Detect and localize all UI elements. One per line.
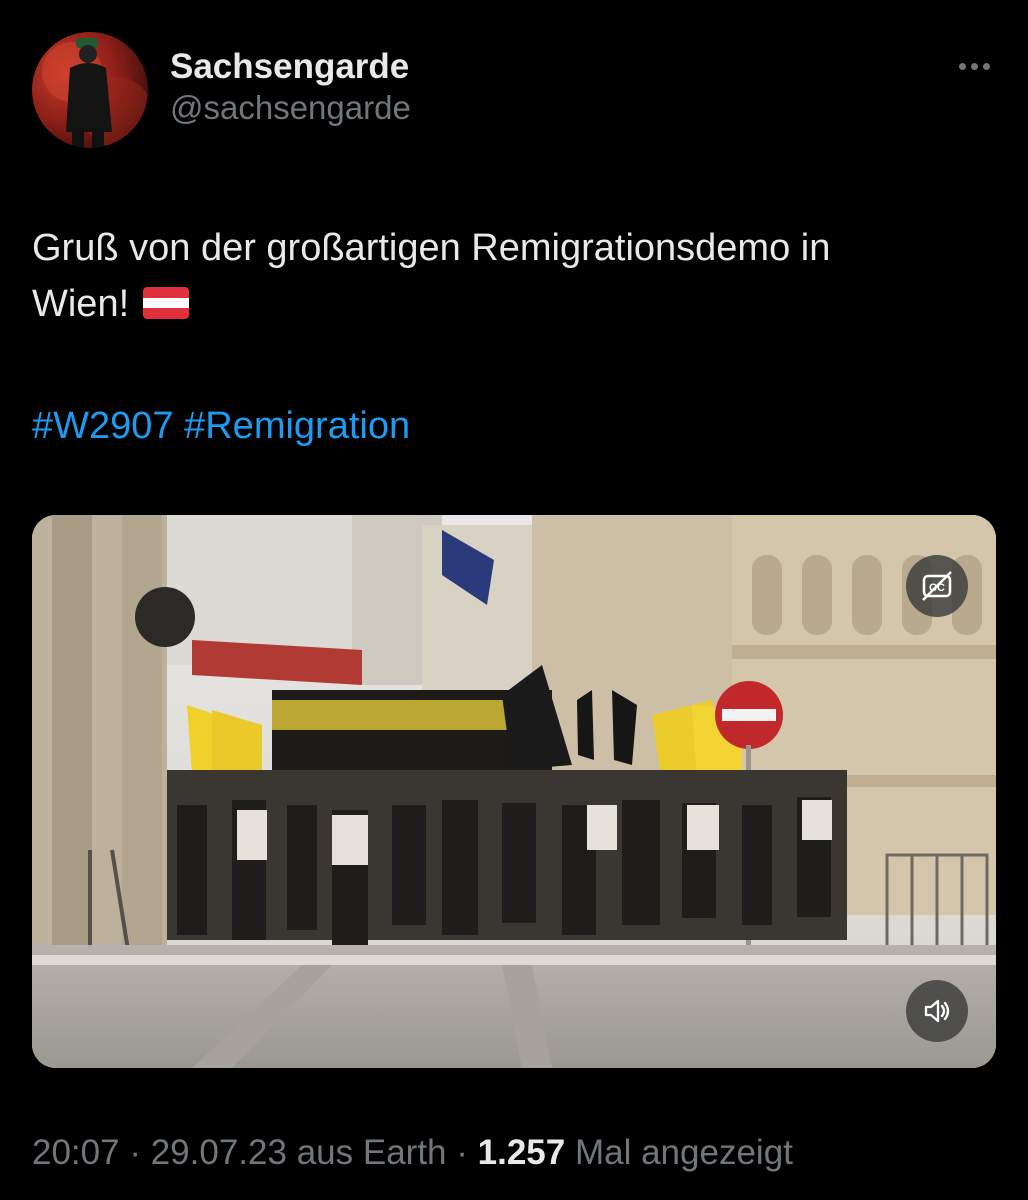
flag-stripe-bottom — [143, 308, 190, 319]
tweet-header: Sachsengarde @sachsengarde — [32, 32, 996, 150]
austria-flag-icon — [143, 287, 190, 319]
tweet-source: aus Earth — [296, 1133, 447, 1172]
hashtag-remigration[interactable]: #Remigration — [184, 405, 410, 447]
video-player[interactable]: CC — [32, 515, 996, 1068]
author-names: Sachsengarde @sachsengarde — [170, 46, 411, 128]
captions-off-icon: CC — [922, 571, 952, 601]
tweet-text-line-2-text: Wien! — [32, 283, 130, 325]
flag-stripe-top — [143, 287, 190, 298]
hashtag-w2907[interactable]: #W2907 — [32, 405, 174, 447]
tweet-time[interactable]: 20:07 — [32, 1133, 120, 1172]
display-name[interactable]: Sachsengarde — [170, 46, 411, 88]
tweet-text: Gruß von der großartigen Remigrationsdem… — [32, 220, 996, 332]
tweet-date[interactable]: 29.07.23 — [151, 1133, 287, 1172]
captions-button[interactable]: CC — [906, 555, 968, 617]
more-options-button[interactable] — [952, 52, 996, 80]
meta-separator: · — [456, 1133, 468, 1172]
hashtags: #W2907 #Remigration — [32, 398, 410, 454]
tweet-meta: 20:07 · 29.07.23 aus Earth · 1.257 Mal a… — [32, 1130, 793, 1176]
avatar-image — [42, 38, 148, 148]
views-label: Mal angezeigt — [574, 1133, 793, 1172]
tweet-text-line-2: Wien! — [32, 276, 996, 332]
more-dot-icon — [958, 62, 966, 70]
tweet: Sachsengarde @sachsengarde Gruß von der … — [0, 0, 1028, 1200]
speaker-muted-icon — [924, 999, 950, 1023]
mute-button[interactable] — [906, 980, 968, 1042]
meta-separator: · — [129, 1133, 141, 1172]
tweet-text-line-1: Gruß von der großartigen Remigrationsdem… — [32, 227, 831, 269]
more-dot-icon — [982, 62, 990, 70]
video-frame — [32, 515, 996, 1068]
more-dot-icon — [970, 62, 978, 70]
handle[interactable]: @sachsengarde — [170, 88, 411, 128]
avatar[interactable] — [32, 32, 148, 148]
flag-stripe-middle — [143, 297, 190, 309]
views-count[interactable]: 1.257 — [478, 1133, 566, 1172]
